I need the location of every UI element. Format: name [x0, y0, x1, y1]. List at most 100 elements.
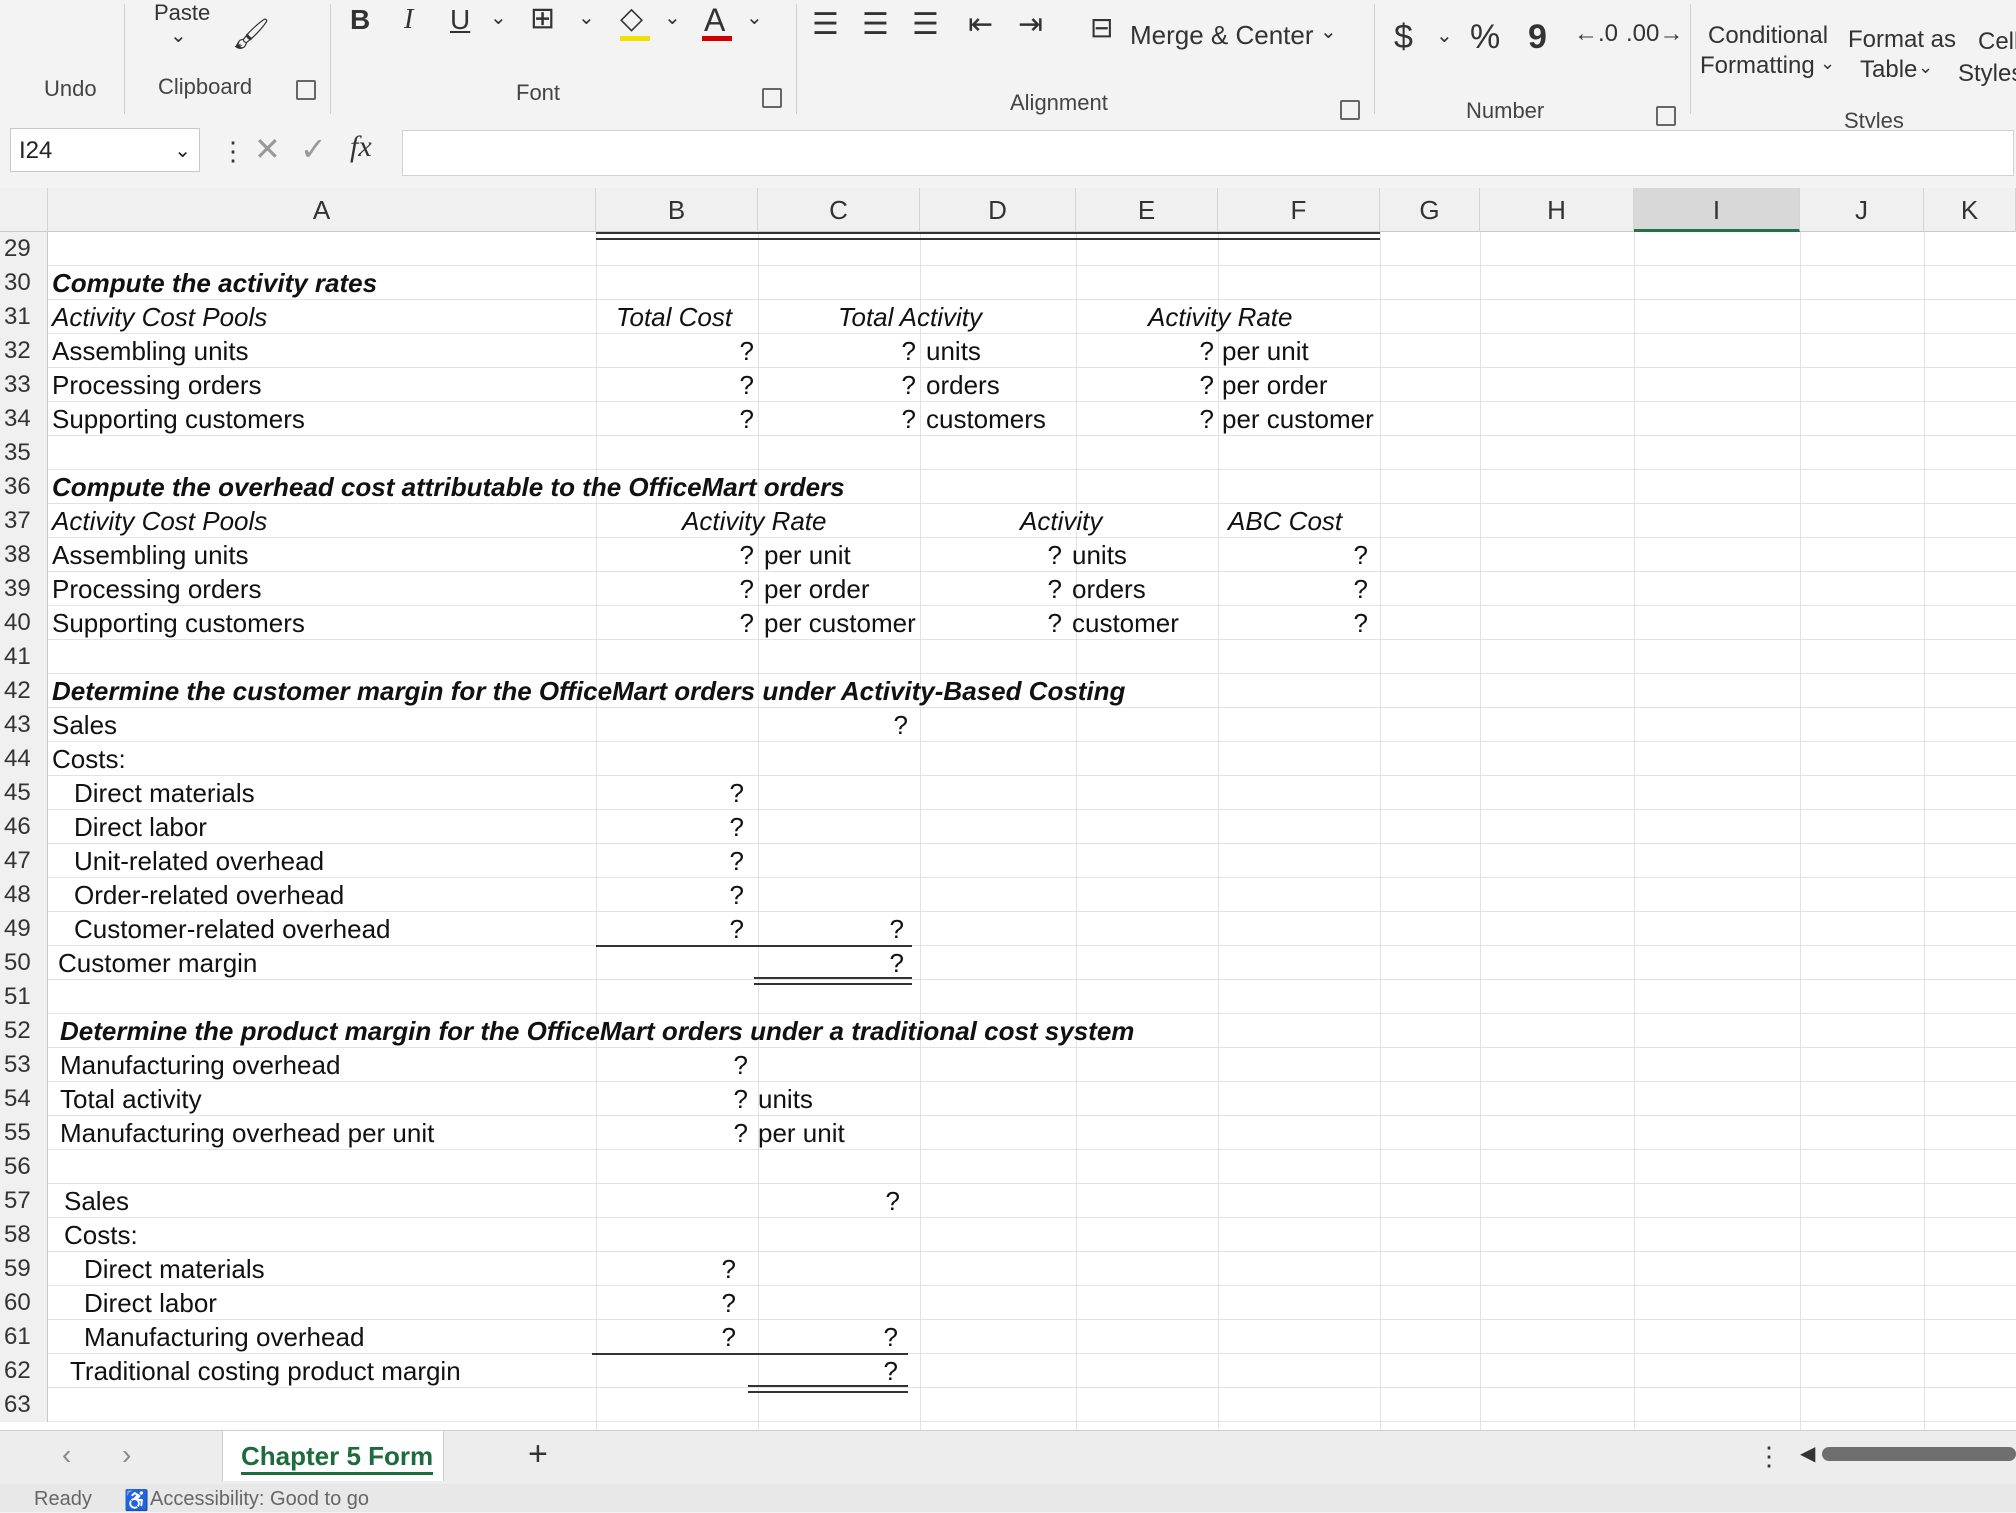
value-cell[interactable]: ? — [596, 912, 744, 946]
value-cell[interactable]: ? — [596, 572, 754, 606]
unit-cell[interactable]: customer — [1072, 606, 1179, 640]
unit-cell[interactable]: per unit — [764, 538, 851, 572]
accessibility-icon[interactable]: ♿ — [124, 1488, 149, 1513]
formula-input[interactable] — [402, 130, 2014, 176]
cell-styles-button[interactable]: Cell — [1978, 28, 2016, 56]
table-header-cell[interactable]: Activity Rate — [682, 504, 827, 538]
column-header-g[interactable]: G — [1380, 188, 1480, 232]
row-header[interactable]: 43 — [0, 708, 48, 742]
sheet-tab-active[interactable]: Chapter 5 Form — [222, 1431, 444, 1481]
value-cell[interactable]: ? — [596, 810, 744, 844]
value-cell[interactable]: ? — [1076, 334, 1214, 368]
row-header[interactable]: 50 — [0, 946, 48, 980]
column-header-h[interactable]: H — [1480, 188, 1634, 232]
format-as-table-button[interactable]: Format as — [1848, 26, 1956, 54]
row-header[interactable]: 63 — [0, 1388, 48, 1422]
value-cell[interactable]: ? — [596, 1082, 748, 1116]
value-cell[interactable]: ? — [596, 1116, 748, 1150]
value-cell[interactable]: ? — [1076, 402, 1214, 436]
percent-button[interactable]: % — [1470, 18, 1500, 57]
chevron-down-icon[interactable]: ⌄ — [1820, 54, 1835, 72]
value-cell[interactable]: ? — [596, 1048, 748, 1082]
scroll-tabs-left-icon[interactable]: ‹ — [62, 1439, 71, 1471]
format-as-table-button-line2[interactable]: Table — [1860, 56, 1917, 84]
label-cell[interactable]: Sales — [52, 708, 117, 742]
value-cell[interactable]: ? — [596, 878, 744, 912]
bold-button[interactable]: B — [350, 4, 370, 36]
paste-button[interactable]: Paste — [154, 0, 210, 26]
unit-cell[interactable]: per order — [764, 572, 870, 606]
row-header[interactable]: 39 — [0, 572, 48, 606]
section-heading[interactable]: Compute the activity rates — [52, 266, 377, 300]
chevron-down-icon[interactable]: ⌄ — [1436, 26, 1453, 46]
italic-button[interactable]: I — [404, 4, 413, 36]
row-header[interactable]: 29 — [0, 232, 48, 266]
fill-color-icon[interactable]: ◇ — [620, 4, 643, 34]
value-cell[interactable]: ? — [596, 538, 754, 572]
chevron-down-icon[interactable]: ⌄ — [174, 129, 191, 173]
value-cell[interactable]: ? — [758, 334, 916, 368]
table-header-cell[interactable]: ABC Cost — [1228, 504, 1342, 538]
column-header-i[interactable]: I — [1634, 188, 1800, 232]
row-header[interactable]: 37 — [0, 504, 48, 538]
decrease-decimal-icon[interactable]: .00→ — [1626, 22, 1683, 46]
table-header-cell[interactable]: Activity Cost Pools — [52, 504, 267, 538]
row-header[interactable]: 30 — [0, 266, 48, 300]
value-cell[interactable]: ? — [758, 402, 916, 436]
row-header[interactable]: 49 — [0, 912, 48, 946]
section-heading[interactable]: Compute the overhead cost attributable t… — [52, 470, 845, 504]
table-header-cell[interactable]: Activity Cost Pools — [52, 300, 267, 334]
row-header[interactable]: 32 — [0, 334, 48, 368]
row-header[interactable]: 46 — [0, 810, 48, 844]
column-header-e[interactable]: E — [1076, 188, 1218, 232]
row-header[interactable]: 58 — [0, 1218, 48, 1252]
conditional-formatting-button-line2[interactable]: Formatting — [1700, 52, 1815, 80]
table-header-cell[interactable]: Total Activity — [838, 300, 982, 334]
scroll-left-icon[interactable]: ◀ — [1800, 1441, 1815, 1466]
chevron-down-icon[interactable]: ⌄ — [1918, 58, 1933, 76]
table-header-cell[interactable]: Activity — [1020, 504, 1102, 538]
label-cell[interactable]: Processing orders — [52, 572, 262, 606]
scroll-tabs-right-icon[interactable]: › — [122, 1439, 131, 1471]
row-header[interactable]: 42 — [0, 674, 48, 708]
currency-button[interactable]: $ — [1394, 18, 1413, 57]
label-cell[interactable]: Sales — [64, 1184, 129, 1218]
insert-function-button[interactable]: fx — [350, 130, 372, 164]
row-header[interactable]: 62 — [0, 1354, 48, 1388]
row-header[interactable]: 40 — [0, 606, 48, 640]
label-cell[interactable]: Unit-related overhead — [74, 844, 324, 878]
column-header-j[interactable]: J — [1800, 188, 1924, 232]
row-header[interactable]: 44 — [0, 742, 48, 776]
value-cell[interactable]: ? — [596, 334, 754, 368]
chevron-down-icon[interactable]: ⌄ — [578, 8, 595, 28]
enter-icon[interactable]: ✓ — [300, 130, 327, 168]
row-header[interactable]: 48 — [0, 878, 48, 912]
value-cell[interactable]: ? — [758, 912, 904, 946]
row-header[interactable]: 53 — [0, 1048, 48, 1082]
number-launcher-icon[interactable] — [1656, 106, 1676, 126]
row-header[interactable]: 35 — [0, 436, 48, 470]
merge-center-icon[interactable]: ⊟ — [1090, 14, 1113, 42]
row-header[interactable]: 51 — [0, 980, 48, 1014]
section-heading[interactable]: Determine the product margin for the Off… — [60, 1014, 1134, 1048]
label-cell[interactable]: Manufacturing overhead per unit — [60, 1116, 434, 1150]
row-header[interactable]: 38 — [0, 538, 48, 572]
increase-indent-icon[interactable]: ⇥ — [1018, 10, 1043, 40]
unit-cell[interactable]: per customer — [1222, 402, 1374, 436]
label-cell[interactable]: Assembling units — [52, 538, 249, 572]
value-cell[interactable]: ? — [758, 708, 908, 742]
chevron-down-icon[interactable]: ⌄ — [746, 8, 763, 28]
unit-cell[interactable]: orders — [926, 368, 1000, 402]
value-cell[interactable]: ? — [596, 844, 744, 878]
row-header[interactable]: 56 — [0, 1150, 48, 1184]
column-header-d[interactable]: D — [920, 188, 1076, 232]
row-header[interactable]: 34 — [0, 402, 48, 436]
label-cell[interactable]: Direct labor — [74, 810, 207, 844]
label-cell[interactable]: Manufacturing overhead — [84, 1320, 364, 1354]
row-header[interactable]: 57 — [0, 1184, 48, 1218]
label-cell[interactable]: Costs: — [52, 742, 126, 776]
font-launcher-icon[interactable] — [762, 88, 782, 108]
align-left-icon[interactable]: ☰ — [812, 10, 839, 40]
value-cell[interactable]: ? — [596, 1252, 736, 1286]
value-cell[interactable]: ? — [758, 368, 916, 402]
